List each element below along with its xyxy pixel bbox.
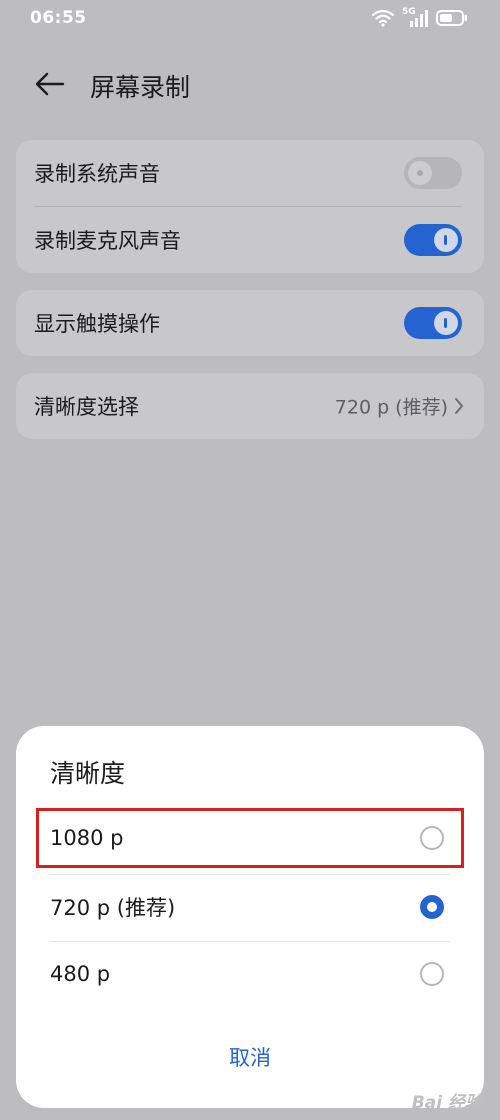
page-header: 屏幕录制 bbox=[0, 56, 500, 112]
cancel-button[interactable]: 取消 bbox=[150, 1032, 350, 1082]
signal-5g-icon: 5G bbox=[402, 7, 428, 27]
wifi-icon bbox=[372, 9, 394, 27]
option-720p[interactable]: 720 p (推荐) bbox=[16, 875, 484, 939]
highlight-annotation-box bbox=[36, 808, 464, 868]
quality-selection-row[interactable]: 清晰度选择 720 p (推荐) bbox=[16, 373, 484, 439]
status-bar: 06:55 5G bbox=[0, 0, 500, 40]
option-label: 480 p bbox=[50, 962, 111, 986]
radio-720p[interactable] bbox=[420, 895, 444, 919]
battery-icon bbox=[436, 9, 468, 27]
quality-selection-value: 720 p (推荐) bbox=[334, 396, 448, 419]
status-time: 06:55 bbox=[30, 8, 87, 28]
quality-settings-card[interactable]: 清晰度选择 720 p (推荐) bbox=[16, 373, 484, 439]
show-touches-row[interactable]: 显示触摸操作 bbox=[16, 290, 484, 356]
record-system-audio-toggle[interactable] bbox=[404, 157, 462, 189]
back-button[interactable] bbox=[30, 66, 70, 102]
show-touches-label: 显示触摸操作 bbox=[34, 312, 160, 336]
quality-dialog: 清晰度 1080 p 720 p (推荐) 480 p 取消 bbox=[16, 726, 484, 1108]
audio-settings-card: 录制系统声音 录制麦克风声音 bbox=[16, 140, 484, 273]
watermark-logo: Bai 经验 bbox=[411, 1093, 482, 1113]
back-arrow-icon bbox=[35, 72, 65, 96]
record-mic-audio-row[interactable]: 录制麦克风声音 bbox=[16, 207, 484, 273]
option-label: 720 p (推荐) bbox=[50, 896, 176, 920]
page-title: 屏幕录制 bbox=[90, 73, 191, 102]
record-mic-audio-toggle[interactable] bbox=[404, 224, 462, 256]
record-system-audio-label: 录制系统声音 bbox=[34, 162, 160, 186]
record-system-audio-row[interactable]: 录制系统声音 bbox=[16, 140, 484, 206]
chevron-right-icon bbox=[455, 398, 463, 414]
dialog-title: 清晰度 bbox=[50, 759, 126, 788]
status-icons: 5G bbox=[372, 7, 468, 28]
quality-selection-label: 清晰度选择 bbox=[34, 395, 139, 419]
show-touches-toggle[interactable] bbox=[404, 307, 462, 339]
option-480p[interactable]: 480 p bbox=[16, 942, 484, 1006]
touch-settings-card: 显示触摸操作 bbox=[16, 290, 484, 356]
record-mic-audio-label: 录制麦克风声音 bbox=[34, 229, 181, 253]
radio-480p[interactable] bbox=[420, 962, 444, 986]
